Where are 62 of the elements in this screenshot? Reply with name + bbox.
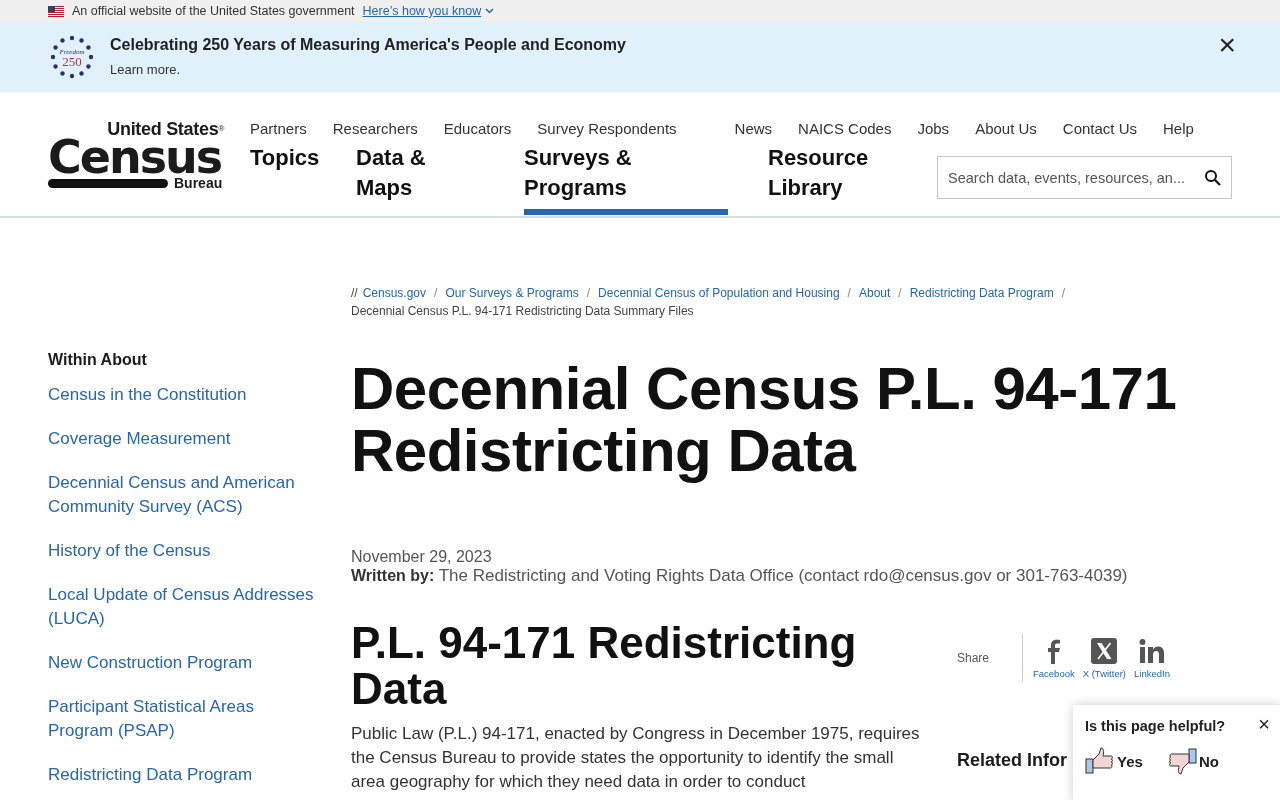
breadcrumb-separator: / bbox=[898, 286, 902, 300]
utility-nav-link[interactable]: News bbox=[734, 120, 773, 137]
breadcrumb-link[interactable]: About bbox=[858, 286, 891, 300]
sidebar-link[interactable]: Local Update of Census Addresses (LUCA) bbox=[48, 583, 318, 631]
breadcrumb-link[interactable]: Redistricting Data Program bbox=[909, 286, 1054, 300]
linkedin-icon bbox=[1138, 637, 1165, 664]
author-line: Written by: The Redistricting and Voting Rights Data Office (contact rdo@census.gov or 301-763-4039) bbox=[351, 566, 1129, 586]
announcement-title: Celebrating 250 Years of Measuring America's People and Economy bbox=[110, 36, 626, 54]
breadcrumb-current: Decennial Census P.L. 94-171 Redistricting Data Summary Files bbox=[351, 304, 694, 318]
sidebar-link[interactable]: Participant Statistical Areas Program (PSAP) bbox=[48, 695, 318, 743]
page-title: Decennial Census P.L. 94-171 Redistricting Data bbox=[351, 358, 1178, 482]
x-icon bbox=[1091, 637, 1118, 664]
official-site-text: An official website of the United States government bbox=[72, 4, 355, 18]
learn-more-link[interactable]: Learn more. bbox=[110, 62, 181, 77]
section-heading: P.L. 94-171 Redistricting Data bbox=[351, 620, 858, 712]
breadcrumb-link[interactable]: Census.gov bbox=[362, 286, 427, 300]
breadcrumb-separator: / bbox=[1061, 286, 1066, 300]
sidebar-link[interactable]: Redistricting Data Program bbox=[48, 763, 318, 787]
sidebar-link[interactable]: New Construction Program bbox=[48, 651, 318, 675]
utility-nav-link[interactable]: NAICS Codes bbox=[798, 120, 892, 137]
thumbs-down-icon bbox=[1166, 747, 1197, 775]
close-button[interactable]: × bbox=[1258, 713, 1270, 736]
chevron-down-icon bbox=[485, 8, 495, 14]
main-nav-tab[interactable]: Topics bbox=[250, 143, 320, 185]
how-you-know-link[interactable]: Here’s how you know bbox=[362, 4, 495, 18]
sidebar-link[interactable]: Decennial Census and American Community Survey (ACS) bbox=[48, 471, 318, 519]
no-button[interactable]: No bbox=[1166, 747, 1219, 775]
related-heading: Related Infor bbox=[957, 750, 1067, 771]
breadcrumb-separator: / bbox=[586, 286, 591, 300]
share-link[interactable]: Facebook bbox=[1033, 637, 1075, 679]
utility-nav-link[interactable]: About Us bbox=[975, 120, 1037, 137]
search-icon bbox=[1204, 169, 1222, 187]
share-link[interactable]: X (Twitter) bbox=[1082, 637, 1126, 679]
us-flag-icon bbox=[48, 5, 64, 17]
breadcrumb-prefix: // bbox=[351, 286, 358, 300]
utility-nav-link[interactable]: Educators bbox=[443, 120, 512, 137]
sidebar-link[interactable]: Census in the Constitution bbox=[48, 383, 318, 407]
main-nav-tab[interactable]: Resource Library bbox=[768, 143, 888, 215]
breadcrumb-separator: / bbox=[434, 286, 438, 300]
main-nav-tab[interactable]: Data & Maps bbox=[356, 143, 456, 215]
feedback-question: Is this page helpful? bbox=[1085, 718, 1226, 734]
breadcrumb-separator: / bbox=[847, 286, 851, 300]
share-label: Share bbox=[957, 651, 991, 665]
breadcrumb-link[interactable]: Decennial Census of Population and Housing bbox=[598, 286, 840, 300]
utility-nav-link[interactable]: Researchers bbox=[332, 120, 418, 137]
search-field[interactable]: Search data, events, resources, an... bbox=[937, 156, 1232, 199]
breadcrumb-link[interactable]: Our Surveys & Programs bbox=[445, 286, 579, 300]
utility-nav-link[interactable]: Jobs bbox=[917, 120, 950, 137]
publish-date: November 29, 2023 bbox=[351, 548, 493, 566]
sidebar-heading: Within About bbox=[48, 351, 148, 369]
main-nav-tab[interactable]: Surveys & Programs bbox=[524, 143, 728, 215]
utility-nav-link[interactable]: Contact Us bbox=[1062, 120, 1138, 137]
sidebar-link[interactable]: History of the Census bbox=[48, 539, 318, 563]
sidebar-link[interactable]: Coverage Measurement bbox=[48, 427, 318, 451]
utility-nav-link[interactable]: Survey Respondents bbox=[537, 120, 677, 137]
share-link[interactable]: LinkedIn bbox=[1134, 637, 1170, 679]
body-paragraph: Public Law (P.L.) 94-171, enacted by Congress in December 1975, requires the Census Bureau to provide states the opportunity to identify the small area geography for which they need data in order to conduct bbox=[351, 723, 921, 793]
yes-button[interactable]: Yes bbox=[1085, 747, 1143, 775]
utility-nav-link[interactable]: Help bbox=[1163, 120, 1194, 137]
thumbs-up-icon bbox=[1085, 747, 1115, 775]
close-button[interactable]: × bbox=[1218, 30, 1236, 60]
utility-nav-link[interactable]: Partners bbox=[250, 120, 307, 137]
